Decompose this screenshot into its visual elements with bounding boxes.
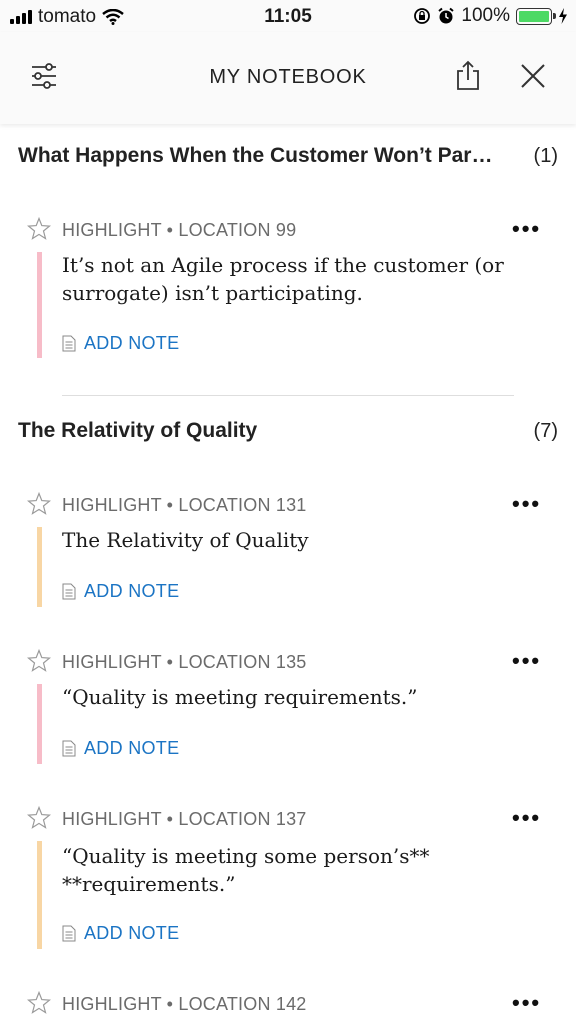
note-icon — [62, 335, 76, 352]
more-dots-icon[interactable]: ••• — [512, 493, 541, 515]
highlight-item: HIGHLIGHT • LOCATION 137 ••• “Quality is… — [0, 806, 576, 954]
more-dots-icon[interactable]: ••• — [512, 992, 541, 1014]
star-outline-icon[interactable] — [27, 492, 51, 516]
more-dots-icon[interactable]: ••• — [512, 807, 541, 829]
page-title: MY NOTEBOOK — [209, 66, 367, 88]
status-right: 100% — [413, 5, 568, 27]
highlight-color-bar — [37, 527, 42, 607]
note-icon — [62, 583, 76, 600]
star-outline-icon[interactable] — [27, 991, 51, 1015]
notebook-header: MY NOTEBOOK — [0, 32, 576, 124]
star-outline-icon[interactable] — [27, 217, 51, 241]
highlight-item: HIGHLIGHT • LOCATION 99 ••• It’s not an … — [0, 217, 576, 360]
rotation-lock-icon — [414, 8, 431, 24]
highlight-text: “Quality is meeting requirements.” — [62, 685, 418, 709]
add-note-button[interactable]: ADD NOTE — [62, 738, 179, 759]
chapter-header[interactable]: What Happens When the Customer Won’t Par… — [18, 144, 558, 168]
star-outline-icon[interactable] — [27, 806, 51, 830]
add-note-label: ADD NOTE — [84, 333, 180, 353]
highlight-meta: HIGHLIGHT • LOCATION 99 — [62, 220, 297, 240]
note-icon — [62, 740, 76, 757]
chapter-count: (1) — [533, 144, 558, 167]
highlight-text: The Relativity of Quality — [62, 528, 309, 552]
highlight-meta: HIGHLIGHT • LOCATION 137 — [62, 809, 307, 829]
note-icon — [62, 925, 76, 942]
highlight-item: HIGHLIGHT • LOCATION 142 ••• — [0, 991, 576, 1024]
alarm-icon — [438, 7, 455, 24]
chapter-count: (7) — [533, 419, 558, 442]
add-note-label: ADD NOTE — [84, 738, 180, 758]
battery-icon — [516, 7, 556, 25]
status-bar: tomato 11:05 100% — [0, 0, 576, 32]
charging-icon — [559, 8, 567, 24]
add-note-label: ADD NOTE — [84, 923, 180, 943]
share-icon[interactable] — [450, 58, 486, 94]
highlight-meta: HIGHLIGHT • LOCATION 142 — [62, 994, 307, 1014]
highlight-text: It’s not an Agile process if the custome… — [62, 253, 504, 305]
highlight-meta: HIGHLIGHT • LOCATION 131 — [62, 495, 307, 515]
star-outline-icon[interactable] — [27, 649, 51, 673]
add-note-button[interactable]: ADD NOTE — [62, 923, 179, 944]
highlight-item: HIGHLIGHT • LOCATION 135 ••• “Quality is… — [0, 649, 576, 767]
highlight-item: HIGHLIGHT • LOCATION 131 ••• The Relativ… — [0, 492, 576, 610]
highlight-meta: HIGHLIGHT • LOCATION 135 — [62, 652, 307, 672]
more-dots-icon[interactable]: ••• — [512, 650, 541, 672]
battery-percent: 100% — [461, 5, 510, 26]
notebook-content[interactable]: What Happens When the Customer Won’t Par… — [0, 124, 576, 1024]
section-divider — [62, 395, 514, 396]
chapter-header[interactable]: The Relativity of Quality (7) — [18, 419, 558, 443]
chapter-title: The Relativity of Quality — [18, 419, 258, 442]
highlight-text: “Quality is meeting some person’s** **re… — [62, 844, 430, 896]
highlight-color-bar — [37, 841, 42, 949]
highlight-color-bar — [37, 684, 42, 764]
add-note-label: ADD NOTE — [84, 581, 180, 601]
more-dots-icon[interactable]: ••• — [512, 218, 541, 240]
close-icon[interactable] — [515, 58, 551, 94]
chapter-title: What Happens When the Customer Won’t Par… — [18, 144, 493, 167]
add-note-button[interactable]: ADD NOTE — [62, 333, 179, 354]
highlight-color-bar — [37, 252, 42, 358]
add-note-button[interactable]: ADD NOTE — [62, 581, 179, 602]
